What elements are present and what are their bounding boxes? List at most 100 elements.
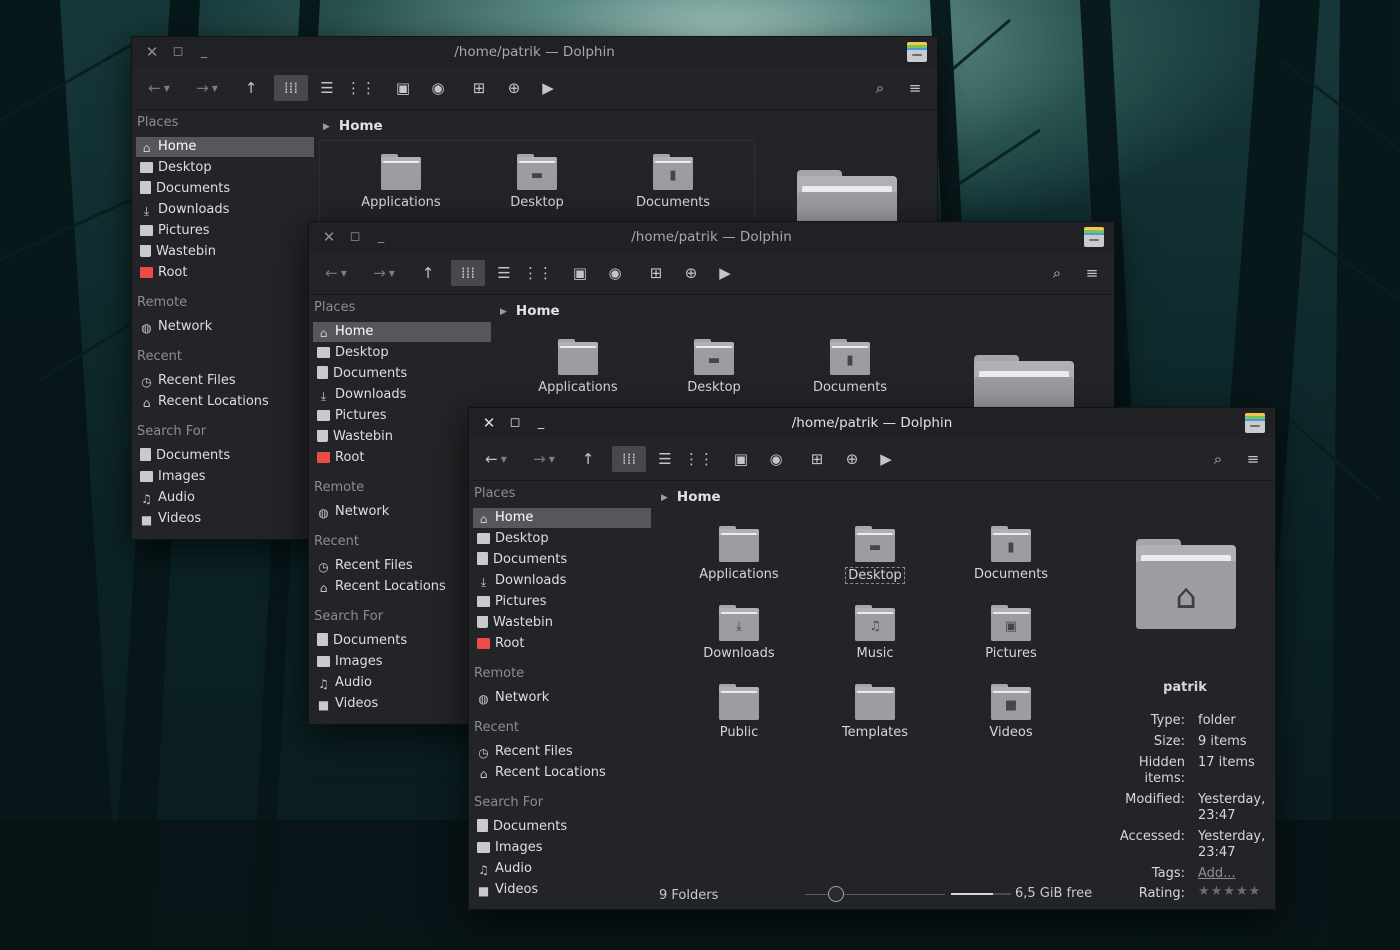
new-folder-icon[interactable]: ⊕ [674,260,708,286]
details-view-icon[interactable]: ☰ [310,75,344,101]
folder-item[interactable]: Applications [518,339,638,395]
sidebar-item-desktop[interactable]: Desktop [473,529,651,549]
sidebar-item-search-videos[interactable]: ■ Videos [313,694,491,714]
sidebar-item-search-documents[interactable]: Documents [136,446,314,466]
terminal-icon[interactable]: ▶ [869,446,903,472]
sidebar-item-search-audio[interactable]: ♫ Audio [136,488,314,508]
preview-image-icon[interactable]: ▣ [386,75,420,101]
details-view-icon[interactable]: ☰ [648,446,682,472]
folder-item[interactable]: Templates [815,684,935,740]
forward-arrow-icon[interactable]: → ▼ [190,75,224,101]
sidebar-item-recent-locations[interactable]: ⌂ Recent Locations [313,577,491,597]
new-window-icon[interactable]: ⊞ [800,446,834,472]
zoom-slider[interactable] [805,894,945,895]
sidebar-item-wastebin[interactable]: Wastebin [473,613,651,633]
info-tags-add-link[interactable]: Add... [1198,866,1236,881]
back-arrow-icon[interactable]: ← ▼ [479,446,513,472]
folder-item[interactable]: ▮ Documents [951,526,1071,582]
up-arrow-icon[interactable]: ↑ [234,75,268,101]
sidebar-item-documents[interactable]: Documents [313,364,491,384]
folder-item[interactable]: Public [679,684,799,740]
hamburger-menu-icon[interactable]: ≡ [1236,446,1270,472]
terminal-icon[interactable]: ▶ [708,260,742,286]
compact-view-icon[interactable]: ⋮⋮ [521,260,555,286]
breadcrumb[interactable]: ▶ Home [500,303,560,319]
new-folder-icon[interactable]: ⊕ [835,446,869,472]
up-arrow-icon[interactable]: ↑ [411,260,445,286]
sidebar-item-search-images[interactable]: Images [313,652,491,672]
folder-item[interactable]: ▬ Desktop [815,526,935,584]
sidebar-item-search-videos[interactable]: ■ Videos [473,880,651,900]
sidebar-item-desktop[interactable]: Desktop [313,343,491,363]
new-folder-icon[interactable]: ⊕ [497,75,531,101]
preview-image-icon[interactable]: ▣ [563,260,597,286]
sidebar-item-recent-files[interactable]: ◷ Recent Files [136,371,314,391]
back-arrow-icon[interactable]: ← ▼ [142,75,176,101]
terminal-icon[interactable]: ▶ [531,75,565,101]
eye-icon[interactable]: ◉ [421,75,455,101]
compact-view-icon[interactable]: ⋮⋮ [682,446,716,472]
search-icon[interactable]: ⌕ [1201,446,1235,472]
folder-item[interactable]: ▮ Documents [790,339,910,395]
sidebar-item-search-images[interactable]: Images [473,838,651,858]
sidebar-item-recent-locations[interactable]: ⌂ Recent Locations [473,763,651,783]
sidebar-item-network[interactable]: ◍ Network [473,688,651,708]
folder-item[interactable]: ▣ Pictures [951,605,1071,661]
sidebar-item-search-videos[interactable]: ■ Videos [136,509,314,529]
title-bar[interactable]: ✕ ◻ _ /home/patrik — Dolphin [309,222,1114,252]
eye-icon[interactable]: ◉ [598,260,632,286]
title-bar[interactable]: ✕ ◻ _ /home/patrik — Dolphin [469,408,1275,438]
folder-item[interactable]: ▬ Desktop [477,154,597,210]
title-bar[interactable]: ✕ ◻ _ /home/patrik — Dolphin [132,37,937,67]
sidebar-item-downloads[interactable]: ⤓ Downloads [136,200,314,220]
sidebar-item-search-images[interactable]: Images [136,467,314,487]
sidebar-item-pictures[interactable]: Pictures [136,221,314,241]
hamburger-menu-icon[interactable]: ≡ [1075,260,1109,286]
folder-item[interactable]: ▬ Desktop [654,339,774,395]
icons-view-icon[interactable]: ⁞⁞⁞ [274,75,308,101]
sidebar-item-home[interactable]: ⌂ Home [313,322,491,342]
hamburger-menu-icon[interactable]: ≡ [898,75,932,101]
search-icon[interactable]: ⌕ [863,75,897,101]
eye-icon[interactable]: ◉ [759,446,793,472]
sidebar-item-root[interactable]: Root [313,448,491,468]
folder-item[interactable]: ▮ Documents [613,154,733,210]
breadcrumb[interactable]: ▶ Home [661,489,721,505]
icons-view-icon[interactable]: ⁞⁞⁞ [451,260,485,286]
compact-view-icon[interactable]: ⋮⋮ [344,75,378,101]
search-icon[interactable]: ⌕ [1040,260,1074,286]
rating-stars[interactable]: ★★★★★ [1198,884,1261,899]
forward-arrow-icon[interactable]: → ▼ [527,446,561,472]
sidebar-item-wastebin[interactable]: Wastebin [313,427,491,447]
sidebar-item-pictures[interactable]: Pictures [473,592,651,612]
back-arrow-icon[interactable]: ← ▼ [319,260,353,286]
sidebar-item-pictures[interactable]: Pictures [313,406,491,426]
zoom-slider-handle[interactable] [828,886,844,902]
sidebar-item-network[interactable]: ◍ Network [136,317,314,337]
sidebar-item-recent-locations[interactable]: ⌂ Recent Locations [136,392,314,412]
sidebar-item-home[interactable]: ⌂ Home [136,137,314,157]
icons-view-icon[interactable]: ⁞⁞⁞ [612,446,646,472]
sidebar-item-search-audio[interactable]: ♫ Audio [313,673,491,693]
sidebar-item-recent-files[interactable]: ◷ Recent Files [313,556,491,576]
sidebar-item-downloads[interactable]: ⤓ Downloads [473,571,651,591]
folder-item[interactable]: ♫ Music [815,605,935,661]
sidebar-item-wastebin[interactable]: Wastebin [136,242,314,262]
new-window-icon[interactable]: ⊞ [639,260,673,286]
folder-item[interactable]: ⤓ Downloads [679,605,799,661]
sidebar-item-home[interactable]: ⌂ Home [473,508,651,528]
folder-item[interactable]: Applications [341,154,461,210]
sidebar-item-root[interactable]: Root [473,634,651,654]
details-view-icon[interactable]: ☰ [487,260,521,286]
up-arrow-icon[interactable]: ↑ [571,446,605,472]
sidebar-item-desktop[interactable]: Desktop [136,158,314,178]
sidebar-item-documents[interactable]: Documents [473,550,651,570]
sidebar-item-recent-files[interactable]: ◷ Recent Files [473,742,651,762]
sidebar-item-search-documents[interactable]: Documents [313,631,491,651]
folder-item[interactable]: ■ Videos [951,684,1071,740]
new-window-icon[interactable]: ⊞ [462,75,496,101]
forward-arrow-icon[interactable]: → ▼ [367,260,401,286]
sidebar-item-downloads[interactable]: ⤓ Downloads [313,385,491,405]
sidebar-item-documents[interactable]: Documents [136,179,314,199]
folder-item[interactable]: Applications [679,526,799,582]
